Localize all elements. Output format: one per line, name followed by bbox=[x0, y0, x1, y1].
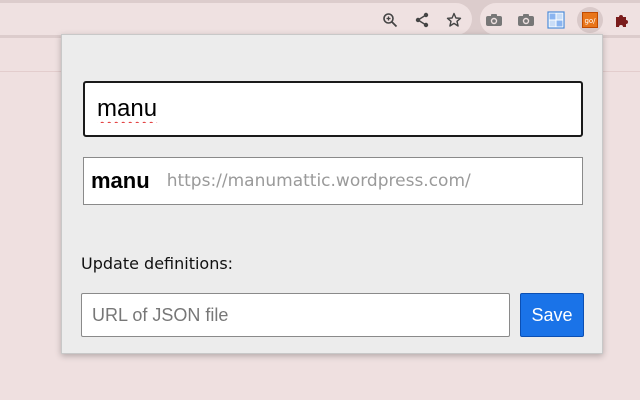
update-definitions-label: Update definitions: bbox=[81, 254, 234, 273]
save-button[interactable]: Save bbox=[520, 293, 584, 337]
grid-icon[interactable] bbox=[546, 10, 566, 30]
camera-icon[interactable] bbox=[516, 10, 536, 30]
camera-icon[interactable] bbox=[484, 10, 504, 30]
search-input[interactable] bbox=[83, 81, 583, 137]
zoom-icon[interactable] bbox=[381, 11, 399, 29]
golinks-popup: manu https://manumattic.wordpress.com/ U… bbox=[61, 34, 603, 354]
json-url-input[interactable] bbox=[81, 293, 510, 337]
puzzle-icon[interactable] bbox=[612, 10, 632, 30]
golink-badge: go/ bbox=[582, 12, 598, 28]
address-bar[interactable] bbox=[0, 3, 472, 35]
browser-toolbar: go/ bbox=[0, 0, 640, 38]
share-icon[interactable] bbox=[413, 11, 431, 29]
suggestion-name: manu bbox=[91, 168, 150, 193]
golink-icon[interactable]: go/ bbox=[577, 7, 603, 33]
bookmark-star-icon[interactable] bbox=[445, 11, 463, 29]
suggestion-url: https://manumattic.wordpress.com/ bbox=[166, 171, 471, 191]
suggestion-item[interactable]: manu https://manumattic.wordpress.com/ bbox=[83, 157, 583, 205]
extensions-area: go/ bbox=[480, 3, 640, 35]
